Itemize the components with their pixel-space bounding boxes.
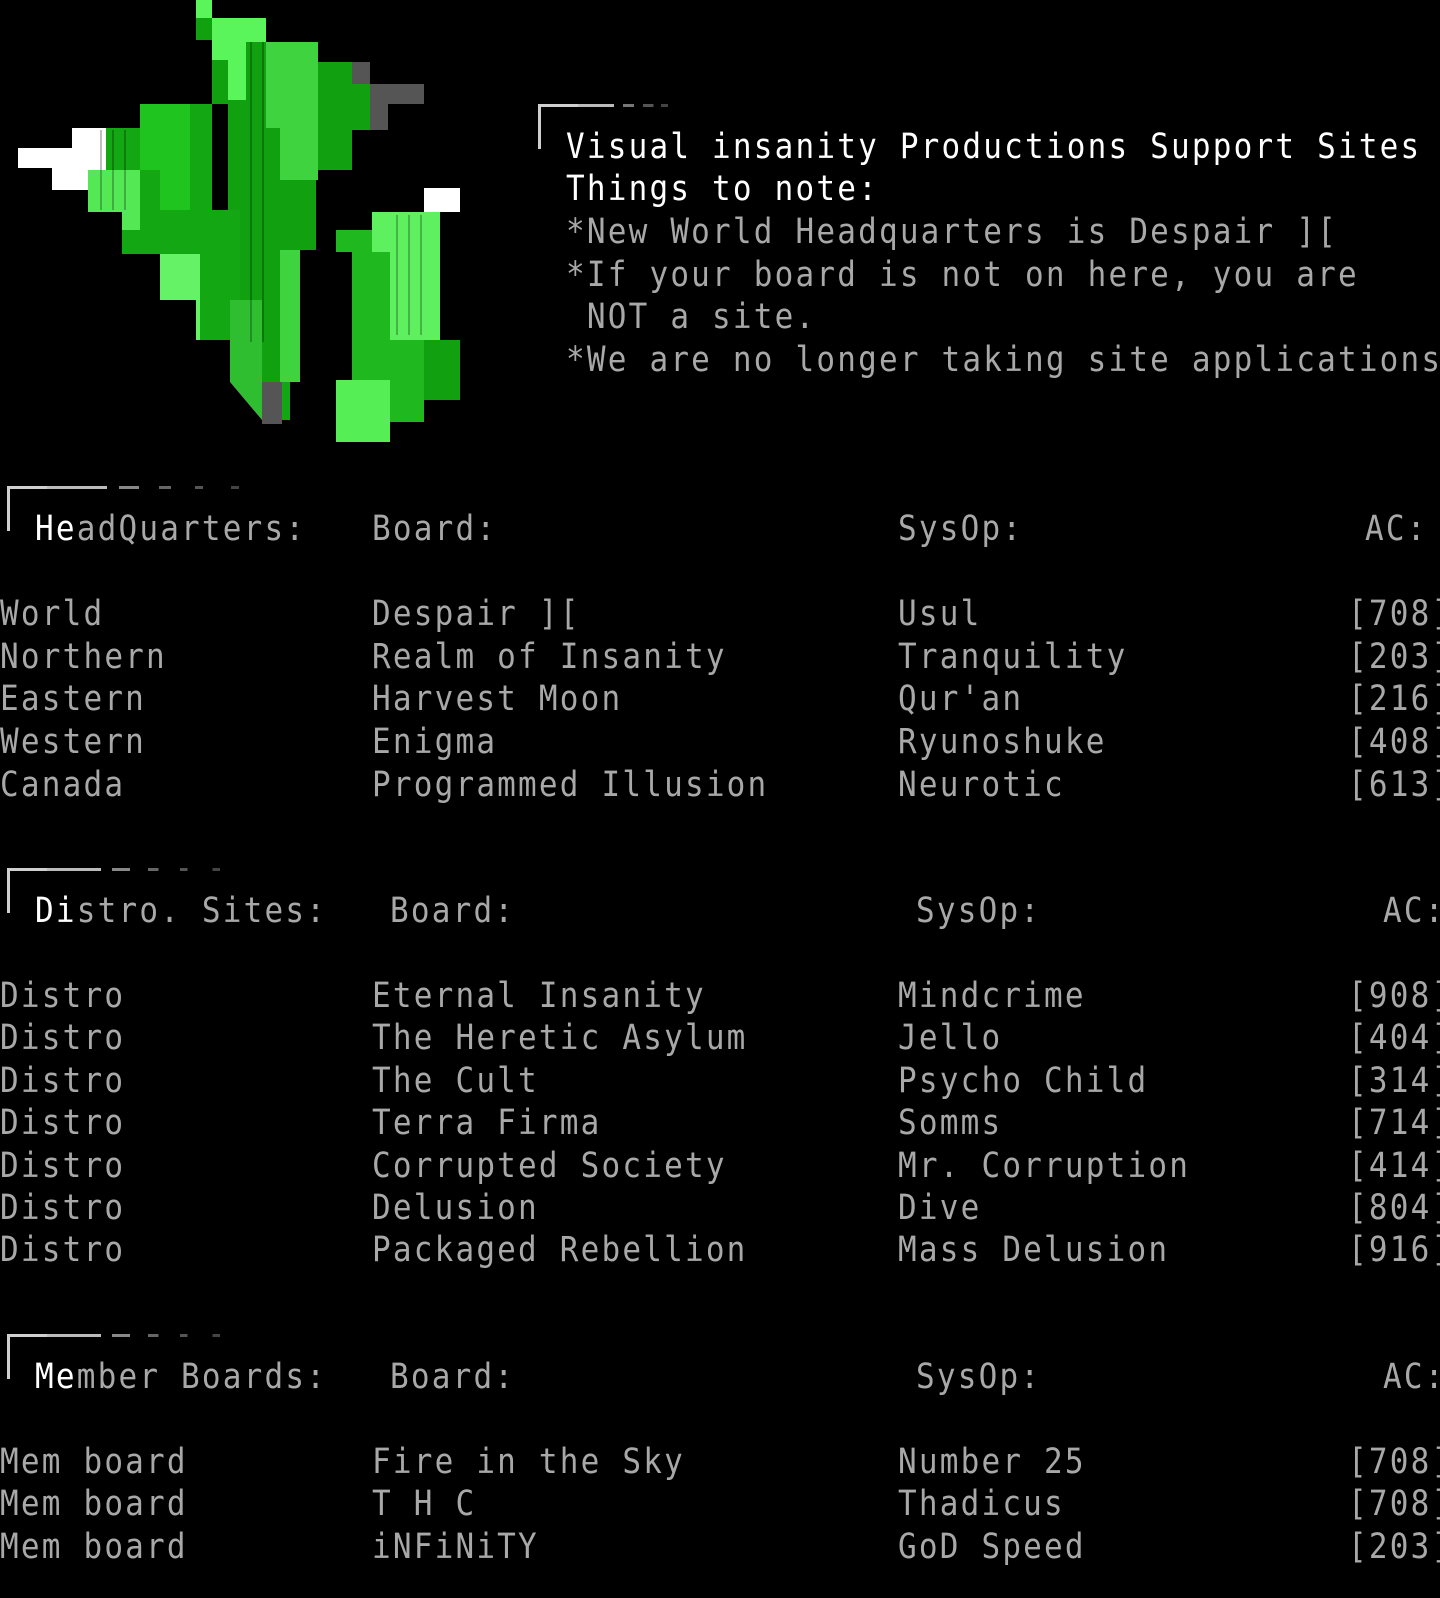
region-cell: Distro (0, 1102, 126, 1144)
sysop-cell: GoD Speed (898, 1526, 1086, 1568)
note-line: NOT a site. (566, 296, 817, 338)
note-line: *We are no longer taking site applicatio… (566, 339, 1440, 381)
board-cell: The Cult (372, 1060, 539, 1102)
board-cell: Enigma (372, 721, 498, 763)
ac-cell: [613] (1348, 764, 1440, 806)
board-cell: Realm of Insanity (372, 636, 727, 678)
region-cell: Distro (0, 1017, 126, 1059)
vi-logo-art (18, 0, 460, 442)
section-label: Member Boards: (35, 1356, 328, 1398)
ac-cell: [414] (1348, 1145, 1440, 1187)
ac-cell: [216] (1348, 678, 1440, 720)
board-cell: Programmed Illusion (372, 764, 769, 806)
col-board-header: Board: (390, 890, 516, 932)
board-cell: Corrupted Society (372, 1145, 727, 1187)
region-cell: Canada (0, 764, 126, 806)
section-bracket-dash (47, 868, 227, 871)
sysop-cell: Mass Delusion (898, 1229, 1170, 1271)
ac-cell: [714] (1348, 1102, 1440, 1144)
note-line: *If your board is not on here, you are (566, 254, 1359, 296)
sysop-cell: Psycho Child (898, 1060, 1149, 1102)
region-cell: Distro (0, 975, 126, 1017)
col-board-header: Board: (390, 1356, 516, 1398)
col-ac-header: AC: (1383, 1356, 1440, 1398)
board-cell: T H C (372, 1483, 477, 1525)
ac-cell: [708] (1348, 1441, 1440, 1483)
ac-cell: [203] (1348, 636, 1440, 678)
section-label: Distro. Sites: (35, 890, 328, 932)
sysop-cell: Dive (898, 1187, 982, 1229)
board-cell: Fire in the Sky (372, 1441, 685, 1483)
ac-cell: [408] (1348, 721, 1440, 763)
sysop-cell: Tranquility (898, 636, 1128, 678)
col-board-header: Board: (372, 508, 498, 550)
region-cell: Eastern (0, 678, 147, 720)
ac-cell: [404] (1348, 1017, 1440, 1059)
col-sysop-header: SysOp: (916, 890, 1042, 932)
ac-cell: [804] (1348, 1187, 1440, 1229)
board-cell: Harvest Moon (372, 678, 623, 720)
sysop-cell: Usul (898, 593, 982, 635)
ac-cell: [708] (1348, 1483, 1440, 1525)
section-label: HeadQuarters: (35, 508, 307, 550)
board-cell: Despair ][ (372, 593, 581, 635)
ac-cell: [916] (1348, 1229, 1440, 1271)
ac-cell: [708] (1348, 593, 1440, 635)
ac-cell: [203] (1348, 1526, 1440, 1568)
sysop-cell: Somms (898, 1102, 1003, 1144)
board-cell: The Heretic Asylum (372, 1017, 748, 1059)
board-cell: Packaged Rebellion (372, 1229, 748, 1271)
sysop-cell: Qur'an (898, 678, 1024, 720)
board-cell: Eternal Insanity (372, 975, 706, 1017)
sysop-cell: Neurotic (898, 764, 1065, 806)
region-cell: Distro (0, 1145, 126, 1187)
region-cell: Northern (0, 636, 167, 678)
section-bracket-dash (47, 486, 247, 489)
ac-cell: [908] (1348, 975, 1440, 1017)
ac-cell: [314] (1348, 1060, 1440, 1102)
region-cell: Western (0, 721, 147, 763)
sysop-cell: Mr. Corruption (898, 1145, 1191, 1187)
notes-heading: Things to note: (566, 168, 879, 210)
region-cell: Mem board (0, 1526, 188, 1568)
sysop-cell: Thadicus (898, 1483, 1065, 1525)
region-cell: Distro (0, 1060, 126, 1102)
board-cell: Delusion (372, 1187, 539, 1229)
region-cell: Mem board (0, 1483, 188, 1525)
col-ac-header: AC: (1365, 508, 1428, 550)
note-line: *New World Headquarters is Despair ][ (566, 211, 1338, 253)
col-sysop-header: SysOp: (898, 508, 1024, 550)
col-sysop-header: SysOp: (916, 1356, 1042, 1398)
region-cell: Mem board (0, 1441, 188, 1483)
sysop-cell: Jello (898, 1017, 1003, 1059)
region-cell: Distro (0, 1187, 126, 1229)
title-bracket-dash (578, 104, 668, 107)
sysop-cell: Mindcrime (898, 975, 1086, 1017)
region-cell: World (0, 593, 105, 635)
sysop-cell: Number 25 (898, 1441, 1086, 1483)
board-cell: Terra Firma (372, 1102, 602, 1144)
section-bracket-dash (47, 1334, 227, 1337)
col-ac-header: AC: (1383, 890, 1440, 932)
sysop-cell: Ryunoshuke (898, 721, 1107, 763)
region-cell: Distro (0, 1229, 126, 1271)
board-cell: iNFiNiTY (372, 1526, 539, 1568)
page-title: Visual insanity Productions Support Site… (566, 126, 1422, 168)
